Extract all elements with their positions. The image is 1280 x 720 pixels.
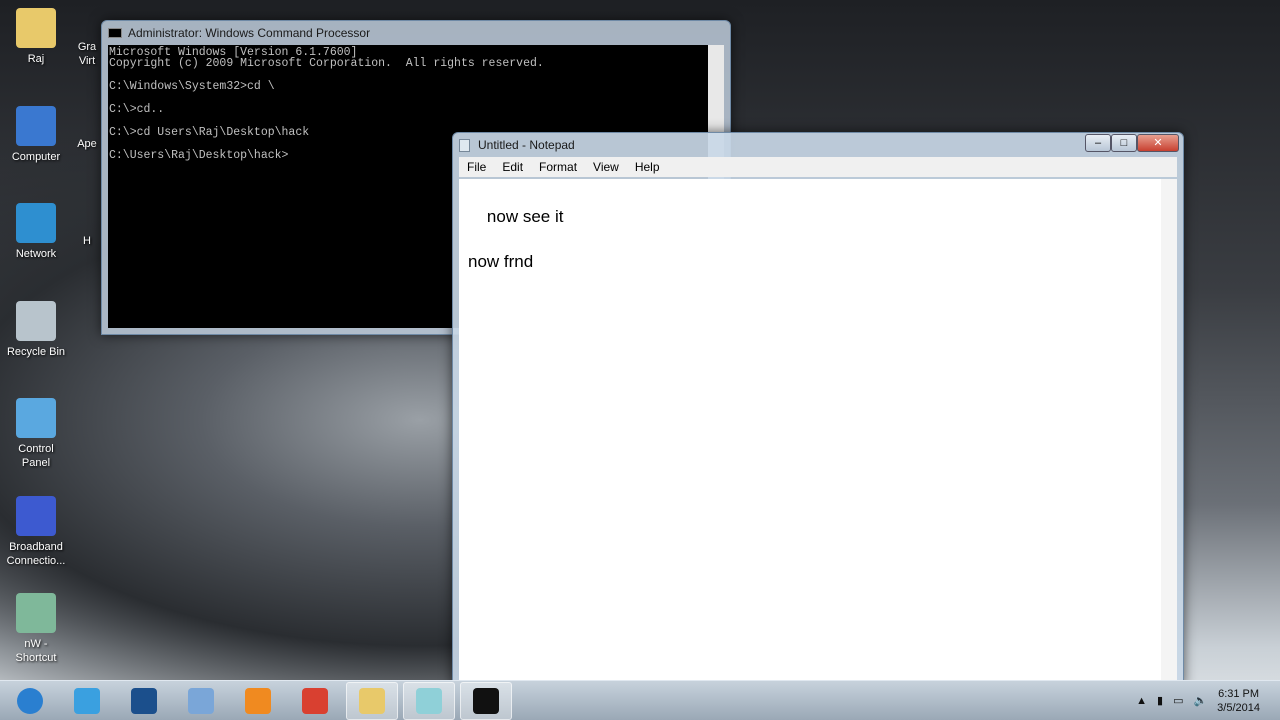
- desktop-icon-label: Raj: [27, 53, 45, 65]
- notepad-menubar: File Edit Format View Help: [459, 157, 1177, 177]
- notepad-window[interactable]: Untitled - Notepad – □ ✕ File Edit Format V…: [452, 132, 1184, 687]
- desktop-icon[interactable]: Control Panel: [4, 398, 68, 470]
- photoshop-icon: [131, 687, 157, 714]
- desktop-icon-label: Broadband Connectio...: [6, 540, 66, 567]
- network-tray-icon[interactable]: ▭: [1173, 694, 1183, 707]
- clock-date: 3/5/2014: [1217, 701, 1260, 714]
- broadband-connection-icon: [16, 495, 56, 536]
- internet-explorer-icon: [74, 687, 100, 714]
- volume-icon[interactable]: 🔈: [1193, 694, 1207, 707]
- taskbar-windows-explorer[interactable]: [346, 681, 398, 720]
- clock[interactable]: 6:31 PM 3/5/2014: [1217, 687, 1260, 715]
- desktop-icon-label: Computer: [11, 150, 61, 163]
- desktop-icon-label: Ape: [77, 138, 97, 150]
- show-hidden-icons-arrow[interactable]: ▲: [1136, 695, 1147, 707]
- computer-icon: [188, 687, 214, 714]
- menu-edit[interactable]: Edit: [494, 160, 531, 174]
- power-icon[interactable]: ▮: [1157, 694, 1163, 707]
- notepad-icon: [416, 687, 442, 714]
- desktop-icon[interactable]: Computer: [4, 105, 68, 164]
- taskbar-notepad[interactable]: [403, 681, 455, 720]
- menu-help[interactable]: Help: [627, 160, 668, 174]
- chrome-icon: [302, 687, 328, 714]
- close-button[interactable]: ✕: [1137, 134, 1179, 152]
- recycle-bin-icon: [16, 300, 56, 341]
- desktop-icon-partial[interactable]: H: [72, 234, 102, 248]
- console-line: C:\>cd..: [109, 102, 165, 116]
- desktop-icon-label: H: [83, 235, 91, 247]
- system-tray: ▲ ▮ ▭ 🔈 6:31 PM 3/5/2014: [1136, 687, 1280, 715]
- menu-file[interactable]: File: [459, 160, 494, 174]
- menu-format[interactable]: Format: [531, 160, 585, 174]
- desktop-icon[interactable]: Network: [4, 203, 68, 261]
- command-prompt-icon: [473, 687, 499, 714]
- taskbar-start-button[interactable]: [4, 682, 56, 720]
- cmd-icon: [108, 28, 122, 38]
- taskbar-chrome[interactable]: [289, 682, 341, 720]
- notepad-titlebar[interactable]: Untitled - Notepad: [453, 133, 1183, 157]
- maximize-button[interactable]: □: [1111, 134, 1137, 152]
- clock-time: 6:31 PM: [1218, 687, 1260, 700]
- desktop-icon-label: Control Panel: [18, 443, 54, 469]
- desktop-icon-partial[interactable]: Gra Virt: [72, 40, 102, 68]
- user-folder-icon: [16, 8, 56, 48]
- menu-view[interactable]: View: [585, 160, 627, 174]
- desktop-icon[interactable]: Recycle Bin: [4, 300, 68, 359]
- windows-explorer-icon: [359, 687, 385, 714]
- console-line: Copyright (c) 2009 Microsoft Corporation…: [109, 57, 544, 71]
- desktop-icon-label: Gra Virt: [77, 41, 97, 67]
- minimize-button[interactable]: –: [1085, 134, 1111, 152]
- cmd-titlebar[interactable]: Administrator: Windows Command Processor: [102, 21, 730, 45]
- desktop-icon[interactable]: Broadband Connectio...: [4, 495, 68, 568]
- computer-icon: [16, 105, 56, 146]
- desktop-icon[interactable]: nW - Shortcut: [4, 593, 68, 665]
- notepad-title: Untitled - Notepad: [478, 138, 575, 152]
- media-player-icon: [245, 687, 271, 714]
- notepad-content: now see it now frnd: [468, 206, 564, 271]
- taskbar: ▲ ▮ ▭ 🔈 6:31 PM 3/5/2014: [0, 680, 1280, 720]
- network-icon: [16, 203, 56, 243]
- start-button-icon: [17, 687, 43, 714]
- notepad-icon: [459, 138, 470, 152]
- taskbar-computer[interactable]: [175, 682, 227, 720]
- desktop-icon-label: Network: [15, 248, 57, 260]
- notepad-text-area[interactable]: now see it now frnd: [459, 179, 1177, 686]
- taskbar-command-prompt[interactable]: [460, 681, 512, 720]
- notepad-scrollbar[interactable]: [1161, 179, 1177, 686]
- desktop-icon-label: nW - Shortcut: [15, 638, 57, 664]
- shortcut-icon: [16, 593, 56, 633]
- desktop-icon[interactable]: Raj: [4, 8, 68, 66]
- desktop-icon-partial[interactable]: Ape: [72, 137, 102, 151]
- taskbar-internet-explorer[interactable]: [61, 682, 113, 720]
- desktop-icon-label: Recycle Bin: [6, 345, 66, 358]
- taskbar-photoshop[interactable]: [118, 682, 170, 720]
- console-line: C:\Windows\System32>cd \: [109, 80, 275, 94]
- taskbar-media-player[interactable]: [232, 682, 284, 720]
- control-panel-icon: [16, 398, 56, 438]
- cmd-title: Administrator: Windows Command Processor: [128, 26, 371, 40]
